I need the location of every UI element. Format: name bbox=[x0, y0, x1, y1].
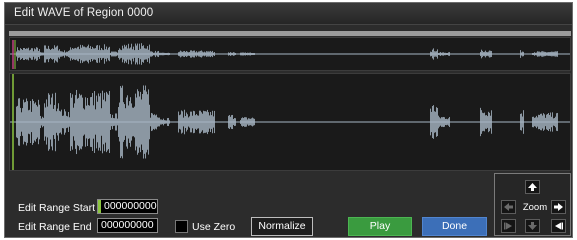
skip-start-icon bbox=[504, 222, 512, 230]
waveform-overview[interactable] bbox=[9, 37, 571, 71]
edit-wave-dialog: Edit WAVE of Region 0000 Edit Range Star… bbox=[4, 2, 573, 238]
edit-range-start-field[interactable]: 000000000 bbox=[97, 199, 158, 214]
arrow-up-icon bbox=[528, 183, 537, 191]
detail-waveform-graphic bbox=[10, 74, 570, 170]
zoom-to-start-button[interactable] bbox=[501, 219, 516, 233]
zoom-down-button[interactable] bbox=[525, 219, 540, 233]
edit-range-end-field[interactable]: 000000000 bbox=[97, 218, 158, 233]
zoom-right-button[interactable] bbox=[551, 200, 566, 214]
overview-scrollbar[interactable] bbox=[9, 31, 571, 36]
zoom-up-button[interactable] bbox=[525, 180, 540, 194]
window-title: Edit WAVE of Region 0000 bbox=[14, 7, 154, 19]
use-zero-checkbox[interactable] bbox=[175, 220, 188, 233]
zoom-label: Zoom bbox=[522, 202, 548, 213]
use-zero-label: Use Zero bbox=[192, 221, 236, 233]
normalize-button[interactable]: Normalize bbox=[251, 217, 313, 236]
edit-range-start-value: 000000000 bbox=[104, 200, 157, 212]
arrow-left-icon bbox=[504, 203, 513, 211]
title-bar: Edit WAVE of Region 0000 bbox=[5, 3, 572, 25]
play-button[interactable]: Play bbox=[348, 217, 412, 236]
zoom-panel: Zoom bbox=[494, 173, 571, 236]
done-button[interactable]: Done bbox=[422, 217, 487, 236]
edit-range-end-value: 000000000 bbox=[101, 219, 154, 231]
arrow-right-icon bbox=[554, 203, 563, 211]
waveform-detail[interactable] bbox=[9, 73, 571, 171]
overview-waveform-graphic bbox=[10, 40, 570, 69]
zoom-left-button[interactable] bbox=[501, 200, 516, 214]
active-field-marker bbox=[98, 200, 101, 213]
arrow-down-icon bbox=[528, 222, 537, 230]
edit-range-end-label: Edit Range End bbox=[18, 221, 92, 233]
skip-end-icon bbox=[555, 222, 563, 230]
edit-range-start-label: Edit Range Start bbox=[18, 202, 96, 214]
zoom-to-end-button[interactable] bbox=[551, 219, 566, 233]
